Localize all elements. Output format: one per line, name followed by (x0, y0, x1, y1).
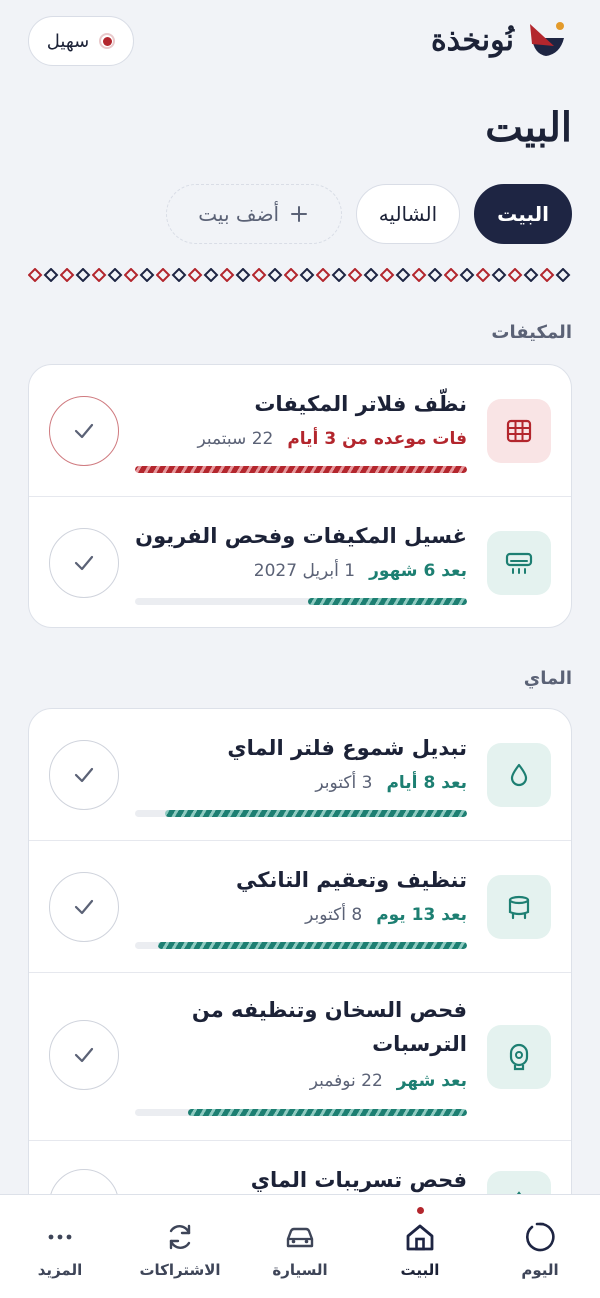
task-row[interactable]: فحص السخان وتنظيفه من الترسبات بعد شهر 2… (29, 973, 571, 1141)
water-drop-icon (487, 743, 551, 807)
tab-label: البيت (497, 202, 549, 226)
task-progress-fill (164, 810, 467, 817)
home-tabs: البيت الشاليه أضف بيت (165, 184, 572, 244)
today-circle-icon (526, 1222, 555, 1252)
nav-label: الاشتراكات (139, 1261, 221, 1279)
complete-task-button[interactable] (49, 740, 119, 810)
task-meta: بعد 6 شهور 1 أبريل 2027 (254, 561, 467, 581)
home-icon (406, 1224, 434, 1251)
page-title: البيت (485, 104, 572, 151)
task-status: بعد 6 شهور (369, 561, 467, 581)
nav-today[interactable]: اليوم (480, 1195, 600, 1298)
check-icon (74, 555, 94, 571)
active-indicator-dot (416, 1207, 424, 1214)
task-title: نظّف فلاتر المكيفات (254, 392, 467, 416)
task-progress (135, 942, 467, 949)
tab-label: الشاليه (378, 202, 438, 226)
task-title: تبديل شموع فلتر الماي (227, 736, 467, 760)
user-status-dot-icon (99, 33, 116, 49)
task-row[interactable]: غسيل المكيفات وفحص الفريون بعد 6 شهور 1 … (29, 497, 571, 627)
user-chip[interactable]: سهيل (28, 16, 134, 66)
task-status: فات موعده من 3 أيام (287, 429, 467, 449)
add-home-button[interactable]: أضف بيت (165, 184, 342, 244)
top-bar: سهيل نُونخذة (0, 0, 600, 100)
decorative-pattern (28, 268, 572, 282)
task-title: تنظيف وتعقيم التانكي (236, 868, 467, 892)
task-progress-fill (188, 1109, 467, 1116)
task-date: 8 أكتوبر (305, 905, 363, 925)
nav-label: البيت (400, 1261, 440, 1279)
task-progress (135, 598, 467, 605)
complete-task-button[interactable] (49, 528, 119, 598)
brand-name: نُونخذة (430, 22, 514, 58)
task-status: بعد 8 أيام (386, 773, 467, 793)
tab-chalet[interactable]: الشاليه (355, 184, 461, 244)
task-progress (135, 466, 467, 473)
complete-task-button[interactable] (49, 1020, 119, 1090)
air-conditioner-icon (487, 531, 551, 595)
user-chip-label: سهيل (46, 30, 90, 52)
nav-subscriptions[interactable]: الاشتراكات (120, 1195, 240, 1298)
check-icon (74, 423, 94, 439)
add-home-label: أضف بيت (198, 202, 280, 226)
task-meta: بعد شهر 22 نوفمبر (310, 1071, 467, 1091)
task-row[interactable]: نظّف فلاتر المكيفات فات موعده من 3 أيام … (29, 365, 571, 497)
task-date: 22 سبتمبر (197, 429, 274, 449)
task-meta: بعد 8 أيام 3 أكتوبر (315, 773, 467, 793)
task-title: فحص تسريبات الماي (250, 1168, 467, 1192)
task-progress (135, 810, 467, 817)
nav-home[interactable]: البيت (360, 1195, 480, 1298)
plus-icon (291, 206, 308, 222)
check-icon (74, 899, 94, 915)
complete-task-button[interactable] (49, 872, 119, 942)
task-meta: بعد 13 يوم 8 أكتوبر (305, 905, 467, 925)
more-dots-icon (48, 1234, 72, 1240)
task-meta: فات موعده من 3 أيام 22 سبتمبر (197, 429, 467, 449)
task-date: 22 نوفمبر (309, 1071, 383, 1091)
tab-home[interactable]: البيت (474, 184, 572, 244)
task-progress-fill (307, 598, 467, 605)
task-progress (135, 1109, 467, 1116)
brand: نُونخذة (431, 16, 572, 64)
water-heater-icon (487, 1025, 551, 1089)
bottom-nav: اليوم البيت السيارة الاشتراكات المزيد (0, 1194, 600, 1298)
refresh-icon (169, 1224, 191, 1250)
check-icon (74, 1047, 94, 1063)
car-icon (286, 1227, 314, 1248)
task-status: بعد شهر (396, 1071, 467, 1091)
grid-filter-icon (487, 399, 551, 463)
task-row[interactable]: تنظيف وتعقيم التانكي بعد 13 يوم 8 أكتوبر (29, 841, 571, 973)
nav-more[interactable]: المزيد (0, 1195, 120, 1298)
task-card-ac: نظّف فلاتر المكيفات فات موعده من 3 أيام … (28, 364, 572, 628)
task-card-water: تبديل شموع فلتر الماي بعد 8 أيام 3 أكتوب… (28, 708, 572, 1268)
water-tank-icon (487, 875, 551, 939)
nav-label: السيارة (272, 1261, 328, 1279)
task-title: غسيل المكيفات وفحص الفريون (135, 524, 467, 548)
task-title: فحص السخان وتنظيفه من الترسبات (191, 998, 467, 1056)
check-icon (74, 767, 94, 783)
task-row[interactable]: تبديل شموع فلتر الماي بعد 8 أيام 3 أكتوب… (29, 709, 571, 841)
section-label-ac: المكيفات (491, 322, 572, 343)
nav-label: اليوم (521, 1261, 559, 1279)
task-date: 3 أكتوبر (315, 773, 373, 793)
section-label-water: الماي (523, 668, 572, 689)
brand-logo-icon (530, 22, 564, 56)
task-progress-fill (135, 466, 467, 473)
task-status: بعد 13 يوم (376, 905, 467, 925)
nav-label: المزيد (37, 1261, 83, 1279)
task-date: 1 أبريل 2027 (253, 561, 356, 581)
nav-car[interactable]: السيارة (240, 1195, 360, 1298)
complete-task-button[interactable] (49, 396, 119, 466)
task-progress-fill (158, 942, 467, 949)
